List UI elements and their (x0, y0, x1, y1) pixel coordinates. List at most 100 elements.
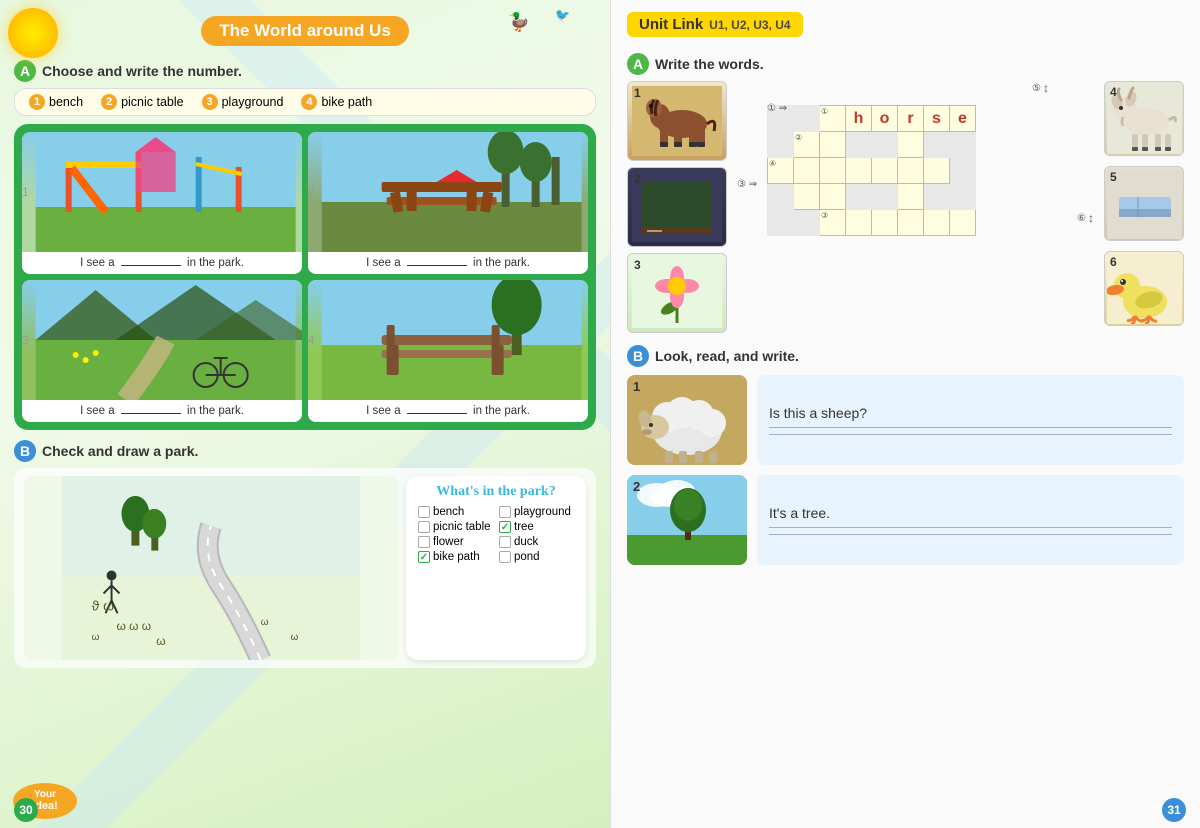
vocab-item-3: 3 playground (202, 94, 284, 110)
check-item-duck[interactable]: duck (499, 536, 574, 548)
crossword-img-flower: 3 (627, 253, 727, 333)
bike-path-image: 3 (22, 280, 302, 400)
playground-image: 1 (22, 132, 302, 252)
checkbox-duck[interactable] (499, 536, 511, 548)
checkbox-bike-path[interactable]: ✓ (418, 551, 430, 563)
check-item-bike-path[interactable]: ✓ bike path (418, 551, 493, 563)
right-section-a-header: A Write the words. (627, 53, 1184, 75)
cw-cell-r0c4[interactable]: o (872, 106, 898, 132)
crossword-img-duck: 6 (1104, 251, 1184, 326)
vocab-item-4: 4 bike path (301, 94, 372, 110)
unit-link-banner: Unit Link U1, U2, U3, U4 (627, 12, 803, 37)
lrs-answer-line-2b[interactable] (769, 534, 1172, 535)
check-label-tree: tree (514, 521, 534, 533)
checkbox-bench[interactable] (418, 506, 430, 518)
bench-image: 4 (308, 280, 588, 400)
section-b-header: B Check and draw a park. (14, 440, 596, 462)
crossword-table: ① h o r s e ② (767, 105, 976, 236)
check-item-tree[interactable]: ✓ tree (499, 521, 574, 533)
crossword-grid: ⑤↕ ⑥↕ ① h o r s (737, 81, 1094, 333)
svg-text:ω: ω (291, 632, 299, 643)
page-title: The World around Us (201, 16, 409, 46)
park-section: ϑ ω ω ω ω ω ω ω ω What's in the park? be… (14, 468, 596, 668)
unit-link-units: U1, U2, U3, U4 (709, 18, 790, 32)
cw-cell-r2c5[interactable] (898, 158, 924, 184)
grid-cell-2: 2 (308, 132, 588, 274)
lrs-img-sheep: 1 (627, 375, 747, 465)
check-label-flower: flower (433, 536, 464, 548)
crossword-left-images: 1 (627, 81, 727, 333)
cw-cell-r2c4[interactable] (872, 158, 898, 184)
lrs-text-2: It's a tree. (769, 505, 1172, 521)
check-item-flower[interactable]: flower (418, 536, 493, 548)
cw-cell-r1c5[interactable] (898, 132, 924, 158)
svg-text:ω: ω (156, 634, 165, 648)
cw-cell-r3c1[interactable] (794, 184, 820, 210)
section-a-header: A Choose and write the number. (14, 60, 596, 82)
checkbox-picnic-table[interactable] (418, 521, 430, 533)
checkbox-flower[interactable] (418, 536, 430, 548)
right-section-a-instruction: Write the words. (655, 56, 764, 72)
park-table-image: 2 (308, 132, 588, 252)
cw-cell-r0c5[interactable]: r (898, 106, 924, 132)
cw-cell-r0c2[interactable]: ① (820, 106, 846, 132)
cw-cell-r0c7[interactable]: e (950, 106, 976, 132)
park-drawing-area[interactable]: ϑ ω ω ω ω ω ω ω ω (24, 476, 398, 660)
lrs-content-2: It's a tree. (757, 475, 1184, 565)
look-read-section: 1 (627, 375, 1184, 565)
crossword-img-horse: 1 (627, 81, 727, 161)
checkbox-playground[interactable] (499, 506, 511, 518)
check-item-pond[interactable]: pond (499, 551, 574, 563)
cw-cell-r3c5[interactable] (898, 184, 924, 210)
check-grid: bench playground picnic table ✓ tree flo… (418, 506, 574, 563)
cw-cell-r4c3[interactable] (846, 210, 872, 236)
right-page: Unit Link U1, U2, U3, U4 A Write the wor… (610, 0, 1200, 828)
lrs-answer-line-1b[interactable] (769, 434, 1172, 435)
cw-cell-r2c2[interactable] (820, 158, 846, 184)
check-item-bench[interactable]: bench (418, 506, 493, 518)
lrs-img-tree-field: 2 (627, 475, 747, 565)
cw-cell-r4c2[interactable]: ③ (820, 210, 846, 236)
lrs-text-1: Is this a sheep? (769, 405, 1172, 421)
check-item-playground[interactable]: playground (499, 506, 574, 518)
cw-cell-r4c7[interactable] (950, 210, 976, 236)
cw-cell-r0c3[interactable]: h (846, 106, 872, 132)
check-label-bench: bench (433, 506, 464, 518)
cw-cell-r0c6[interactable]: s (924, 106, 950, 132)
unit-link-title: Unit Link (639, 16, 703, 33)
cw-cell-r2c1[interactable] (794, 158, 820, 184)
cw-cell-r4c4[interactable] (872, 210, 898, 236)
grid-caption-1: I see a in the park. (72, 252, 252, 274)
grid-cell-1: 1 (22, 132, 302, 274)
page-number-left: 30 (14, 798, 38, 822)
cw-cell-r2c0[interactable]: ④ (768, 158, 794, 184)
crossword-area: 1 (627, 81, 1184, 333)
cw-cell-r3c2[interactable] (820, 184, 846, 210)
right-section-a-badge: A (627, 53, 649, 75)
lrs-answer-line-1[interactable] (769, 427, 1172, 428)
section-a-instruction: Choose and write the number. (42, 63, 242, 79)
park-checklist: What's in the park? bench playground pic… (406, 476, 586, 660)
checklist-title: What's in the park? (418, 484, 574, 500)
check-label-bike-path: bike path (433, 551, 480, 563)
svg-text:ϑ ω: ϑ ω (92, 597, 114, 613)
section-b-badge: B (14, 440, 36, 462)
cw-cell-r2c3[interactable] (846, 158, 872, 184)
page-number-right: 31 (1162, 798, 1186, 822)
cw-cell-r2c6[interactable] (924, 158, 950, 184)
lrs-item-1: 1 (627, 375, 1184, 465)
right-section-b-badge: B (627, 345, 649, 367)
checkbox-tree[interactable]: ✓ (499, 521, 511, 533)
checkbox-pond[interactable] (499, 551, 511, 563)
cw-cell-r1c2[interactable] (820, 132, 846, 158)
vocab-item-2: 2 picnic table (101, 94, 184, 110)
vocab-item-1: 1 bench (29, 94, 83, 110)
cw-cell-r4c5[interactable] (898, 210, 924, 236)
cw-cell-r1c1[interactable]: ② (794, 132, 820, 158)
vocab-strip: 1 bench 2 picnic table 3 playground 4 bi… (14, 88, 596, 116)
right-section-b-instruction: Look, read, and write. (655, 348, 799, 364)
check-label-picnic-table: picnic table (433, 521, 491, 533)
lrs-answer-line-2[interactable] (769, 527, 1172, 528)
cw-cell-r4c6[interactable] (924, 210, 950, 236)
check-item-picnic-table[interactable]: picnic table (418, 521, 493, 533)
